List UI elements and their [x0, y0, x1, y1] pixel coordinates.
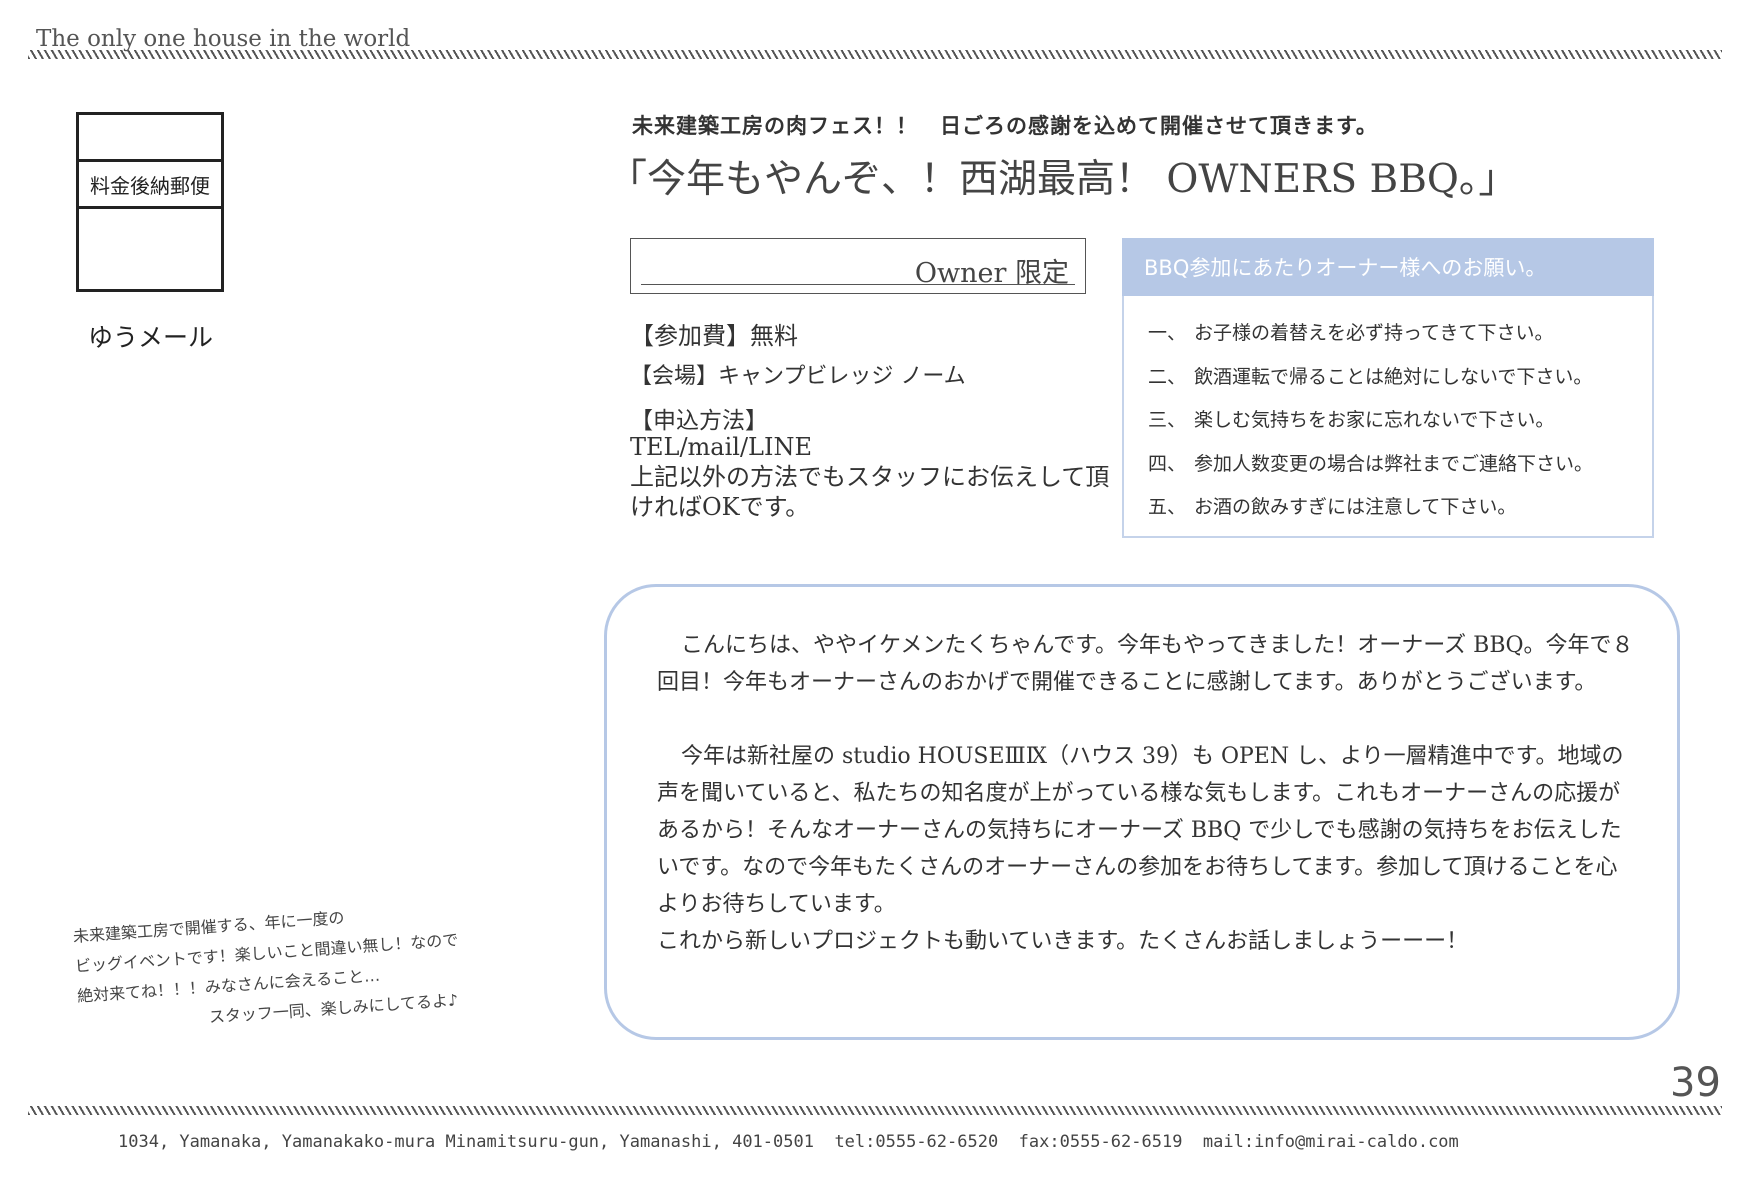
postal-service-label: ゆうメール — [88, 323, 214, 352]
request-item: 三、 楽しむ気持ちをお家に忘れないで下さい。 — [1148, 405, 1593, 449]
header-divider — [28, 50, 1722, 59]
request-text: お子様の着替えを必ず持ってきて下さい。 — [1194, 322, 1554, 344]
request-number: 二、 — [1148, 365, 1187, 388]
request-text: 飲酒運転で帰ることは絶対にしないで下さい。 — [1194, 365, 1593, 388]
request-item: 五、 お酒の飲みすぎには注意して下さい。 — [1148, 492, 1593, 536]
request-text: お酒の飲みすぎには注意して下さい。 — [1194, 496, 1517, 518]
footer-divider — [28, 1106, 1722, 1115]
request-text: 楽しむ気持ちをお家に忘れないで下さい。 — [1194, 409, 1555, 431]
message-paragraph: これから新しいプロジェクトも動いていきます。たくさんお話しましょうーーー！ — [657, 929, 1469, 954]
request-number: 三、 — [1148, 409, 1187, 431]
requests-box: BBQ参加にあたりオーナー様へのお願い。 一、 お子様の着替えを必ず持ってきて下さ… — [1122, 238, 1654, 538]
method-line: 上記以外の方法でもスタッフにお伝えして頂 — [630, 463, 1110, 491]
application-method-text: TEL/mail/LINE 上記以外の方法でもスタッフにお伝えして頂 ければOK… — [630, 432, 1109, 522]
application-method-heading: 【申込方法】 — [630, 408, 768, 434]
message-box: こんにちは、ややイケメンたくちゃんです。今年もやってきました！オーナーズ BBQ… — [604, 584, 1680, 1040]
postal-band-label: 料金後納郵便 — [79, 159, 221, 209]
venue-info: 【会場】キャンプビレッジ ノーム — [630, 364, 966, 389]
request-number: 一、 — [1148, 322, 1187, 344]
owner-only-box: Owner 限定 — [630, 238, 1086, 294]
message-paragraph: こんにちは、ややイケメンたくちゃんです。今年もやってきました！オーナーズ BBQ… — [657, 633, 1634, 695]
message-text: こんにちは、ややイケメンたくちゃんです。今年もやってきました！オーナーズ BBQ… — [657, 627, 1637, 960]
header-tagline: The only one house in the world — [36, 26, 411, 52]
request-text: 参加人数変更の場合は弊社までご連絡下さい。 — [1194, 452, 1594, 475]
request-item: 二、 飲酒運転で帰ることは絶対にしないで下さい。 — [1148, 362, 1593, 406]
message-paragraph: 今年は新社屋の studio HOUSEⅢⅨ（ハウス 39）も OPEN し、よ… — [657, 744, 1624, 917]
request-item: 四、 参加人数変更の場合は弊社までご連絡下さい。 — [1148, 449, 1593, 493]
method-line: ければOKです。 — [630, 493, 810, 521]
event-subtitle: 未来建築工房の肉フェス！！ 日ごろの感謝を込めて開催させて頂きます。 — [632, 114, 1378, 138]
requests-heading: BBQ参加にあたりオーナー様へのお願い。 — [1122, 238, 1654, 296]
page-number: 39 — [1670, 1060, 1721, 1106]
fee-info: 【参加費】無料 — [630, 322, 798, 350]
request-number: 五、 — [1148, 496, 1187, 518]
owner-underline — [641, 284, 1075, 285]
method-line: TEL/mail/LINE — [630, 433, 812, 461]
footer-address: 1034, Yamanaka, Yamanakako-mura Minamits… — [118, 1132, 1459, 1152]
request-number: 四、 — [1148, 452, 1187, 475]
request-item: 一、 お子様の着替えを必ず持ってきて下さい。 — [1148, 318, 1593, 362]
handwritten-note: 未来建築工房で開催する、年に一度の ビッグイベントです！楽しいこと間違い無し！な… — [72, 887, 579, 1042]
requests-list: 一、 お子様の着替えを必ず持ってきて下さい。 二、 飲酒運転で帰ることは絶対にしない… — [1148, 318, 1593, 536]
event-title: 「今年もやんぞ、！西湖最高！ OWNERS BBQ。」 — [608, 157, 1518, 202]
postal-mark-box: 料金後納郵便 — [76, 112, 224, 292]
